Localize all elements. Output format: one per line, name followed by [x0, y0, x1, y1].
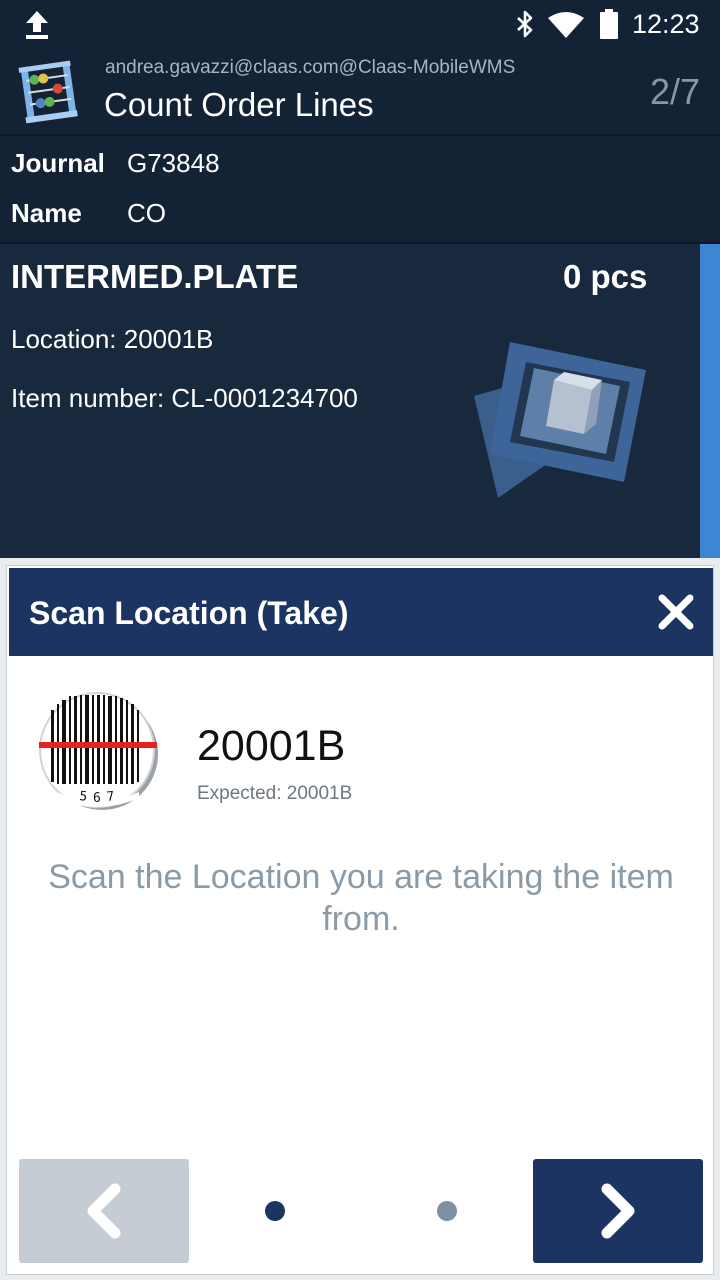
user-account: andrea.gavazzi@claas.com@Claas-MobileWMS	[105, 57, 516, 78]
abacus-icon	[18, 60, 78, 124]
app-header: andrea.gavazzi@claas.com@Claas-MobileWMS…	[0, 48, 720, 134]
name-value: CO	[127, 198, 166, 228]
bluetooth-icon	[517, 10, 533, 38]
item-number: Item number: CL-0001234700	[11, 383, 358, 413]
item-location: Location: 20001B	[11, 324, 214, 354]
barcode-scan-icon: 5 6 7	[39, 692, 158, 810]
dialog-header: Scan Location (Take)	[9, 568, 713, 656]
status-bar: 12:23	[0, 0, 720, 48]
order-line-card[interactable]: INTERMED.PLATE 0 pcs Location: 20001B It…	[0, 244, 720, 558]
scan-instruction: Scan the Location you are taking the ite…	[48, 858, 674, 938]
page-indicator-dot	[437, 1201, 457, 1221]
item-quantity: 0 pcs	[563, 258, 648, 295]
previous-button[interactable]	[19, 1159, 189, 1263]
journal-value: G73848	[127, 148, 220, 178]
battery-icon	[600, 9, 618, 39]
chevron-left-icon	[87, 1183, 121, 1239]
journal-label: Journal	[11, 148, 105, 178]
clock: 12:23	[632, 9, 700, 39]
svg-text:7: 7	[106, 789, 115, 805]
dialog-title: Scan Location (Take)	[29, 595, 349, 631]
selection-accent-bar	[700, 244, 720, 558]
wifi-icon	[548, 12, 584, 38]
next-button[interactable]	[533, 1159, 703, 1263]
expected-location: Expected: 20001B	[197, 783, 353, 804]
journal-info: Journal G73848 Name CO	[0, 136, 720, 242]
close-icon[interactable]	[657, 593, 695, 631]
item-box-icon	[474, 342, 646, 498]
line-counter: 2/7	[649, 71, 700, 112]
scanned-location-value: 20001B	[197, 722, 346, 770]
chevron-right-icon	[601, 1183, 635, 1239]
svg-text:5: 5	[79, 789, 88, 805]
scan-location-dialog: Scan Location (Take) 5 6 7 20001B Expect…	[6, 565, 714, 1275]
item-name: INTERMED.PLATE	[11, 258, 299, 295]
name-label: Name	[11, 198, 82, 228]
page-indicator-dot-active	[265, 1201, 285, 1221]
page-title: Count Order Lines	[104, 86, 374, 123]
svg-text:6: 6	[93, 791, 101, 806]
upload-icon	[26, 11, 48, 39]
